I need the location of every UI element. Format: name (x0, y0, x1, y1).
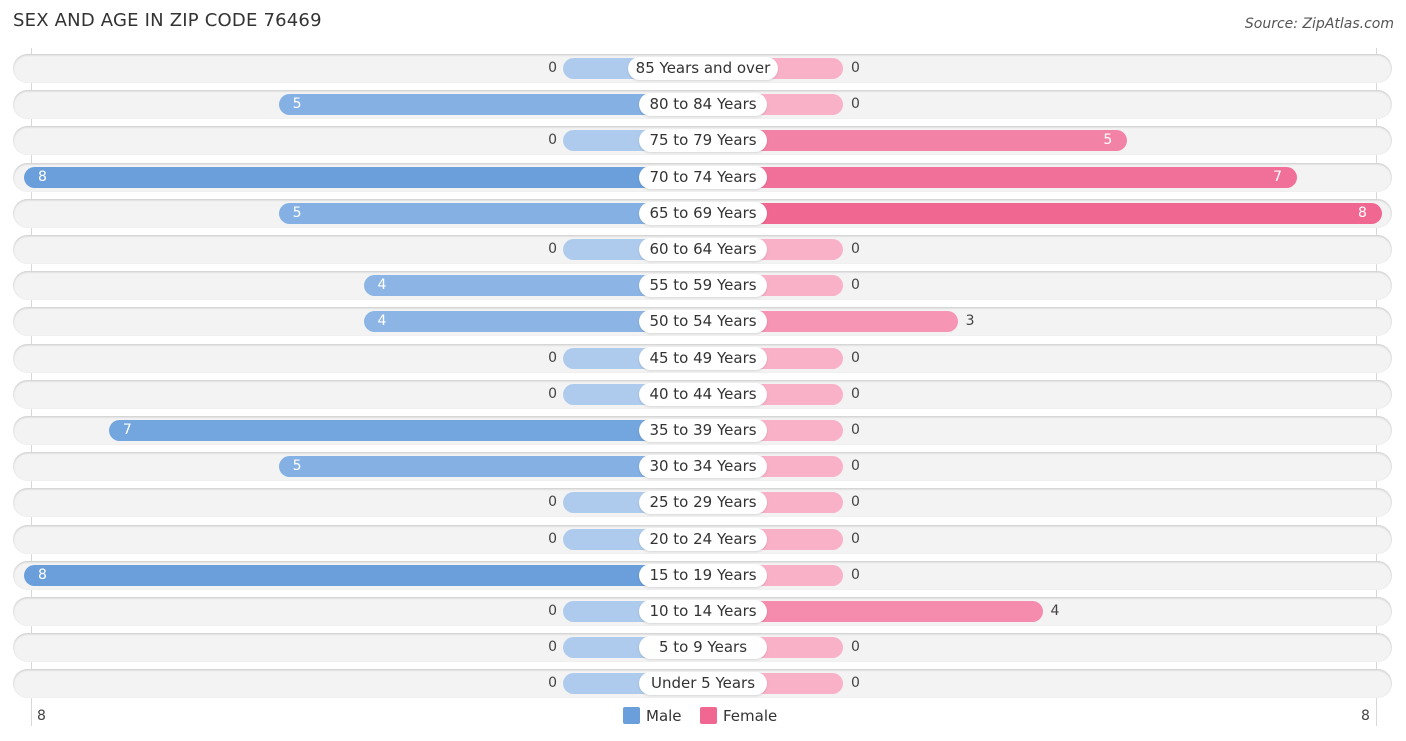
data-label-female: 8 (1358, 204, 1367, 221)
data-label-female: 5 (1103, 132, 1113, 149)
data-label-female: 0 (851, 96, 860, 113)
data-label-male: 8 (38, 168, 47, 185)
chart-title: SEX AND AGE IN ZIP CODE 76469 (13, 10, 322, 31)
bar-female (703, 202, 1382, 224)
category-label: 15 to 19 Years (639, 563, 767, 587)
data-label-male: 0 (548, 60, 557, 76)
data-label-female: 0 (851, 639, 860, 656)
data-label-female: 4 (1050, 603, 1060, 619)
data-label-male: 7 (122, 422, 132, 438)
bar-male (108, 420, 703, 441)
data-label-female: 0 (851, 458, 860, 475)
category-label: 40 to 44 Years (639, 382, 767, 406)
data-label-male: 5 (292, 458, 302, 475)
category-label: 25 to 29 Years (639, 491, 767, 515)
data-label-male: 0 (548, 639, 557, 656)
data-label-male: 0 (548, 241, 557, 257)
data-label-male: 0 (548, 385, 557, 402)
category-label: 85 Years and over (628, 57, 778, 80)
bar-male (24, 166, 703, 188)
legend-swatch-male (623, 707, 640, 724)
data-label-female: 0 (851, 349, 860, 366)
data-label-female: 0 (851, 494, 860, 511)
data-label-female: 0 (851, 422, 860, 438)
category-label: 5 to 9 Years (639, 636, 767, 660)
category-label: 45 to 49 Years (639, 346, 767, 370)
category-label: 30 to 34 Years (639, 455, 767, 479)
data-label-male: 0 (548, 530, 557, 547)
data-label-male: 0 (548, 675, 557, 692)
category-label: 10 to 14 Years (639, 600, 767, 623)
legend-swatch-female (700, 707, 717, 724)
data-label-male: 0 (548, 132, 557, 149)
category-label: 60 to 64 Years (639, 238, 767, 261)
data-label-male: 5 (292, 204, 302, 221)
legend-label-female: Female (723, 707, 778, 725)
category-label: 20 to 24 Years (639, 527, 767, 551)
data-label-male: 0 (548, 494, 557, 511)
data-label-male: 5 (292, 96, 302, 113)
data-label-male: 0 (548, 349, 557, 366)
category-label: 50 to 54 Years (639, 310, 767, 334)
chart-source: Source: ZipAtlas.com (1244, 16, 1394, 32)
legend-label-male: Male (646, 707, 682, 725)
category-label: 35 to 39 Years (639, 419, 767, 442)
data-label-female: 0 (851, 530, 860, 547)
category-label: 65 to 69 Years (639, 201, 767, 225)
category-label: Under 5 Years (639, 672, 767, 696)
category-label: 70 to 74 Years (639, 165, 767, 189)
data-label-female: 0 (851, 566, 860, 583)
legend: Male Female (0, 706, 1406, 726)
category-label: 80 to 84 Years (639, 93, 767, 117)
bar-male (24, 564, 703, 586)
data-label-male: 4 (377, 277, 387, 294)
data-label-female: 0 (851, 277, 860, 294)
data-label-male: 0 (548, 603, 557, 619)
category-label: 75 to 79 Years (639, 129, 767, 153)
data-label-female: 0 (851, 675, 860, 692)
data-label-female: 7 (1273, 168, 1283, 185)
data-label-female: 0 (851, 241, 860, 257)
bar-female (703, 166, 1298, 188)
data-label-female: 0 (851, 385, 860, 402)
data-label-male: 8 (38, 566, 47, 583)
category-label: 55 to 59 Years (639, 274, 767, 298)
data-label-female: 3 (965, 313, 975, 330)
data-label-female: 0 (851, 60, 860, 76)
data-label-male: 4 (377, 313, 387, 330)
